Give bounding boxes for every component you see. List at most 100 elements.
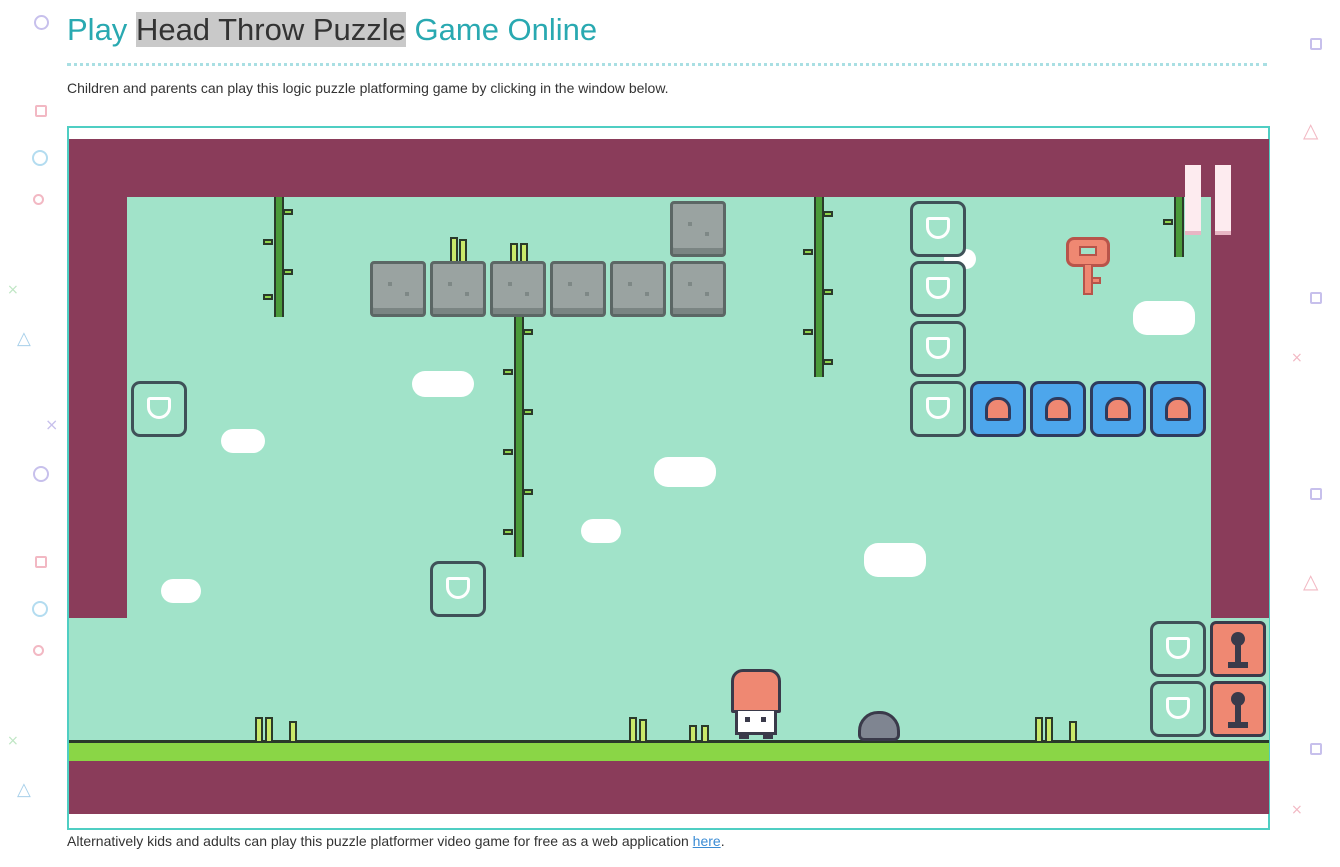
page-title: Play Head Throw Puzzle Game Online <box>67 12 597 48</box>
vine-leaf <box>503 369 513 375</box>
hanging-vine <box>274 197 284 317</box>
ghost-block <box>910 261 966 317</box>
decor-cross: × <box>45 415 59 434</box>
decor-circle <box>32 150 48 166</box>
grass-tuft <box>510 243 518 261</box>
blue-block <box>1090 381 1146 437</box>
lock-block <box>1210 681 1266 737</box>
stone-block <box>610 261 666 317</box>
player-head <box>731 669 781 713</box>
stone-block <box>670 201 726 257</box>
lock-block <box>1210 621 1266 677</box>
vine-leaf <box>263 294 273 300</box>
floor-wall <box>69 761 1269 814</box>
decor-circle <box>34 15 49 30</box>
vine-leaf <box>523 489 533 495</box>
grass-tuft <box>1035 717 1043 741</box>
cloud <box>1133 301 1195 335</box>
decor-cross: × <box>7 733 19 749</box>
outro-period: . <box>720 833 725 849</box>
decor-cross: × <box>7 282 19 298</box>
title-divider <box>67 63 1267 66</box>
vine-leaf <box>823 359 833 365</box>
vine-leaf <box>503 449 513 455</box>
decor-square <box>1310 292 1322 304</box>
vine-leaf <box>523 329 533 335</box>
decor-triangle: △ <box>1303 569 1319 593</box>
hanging-vine <box>814 197 824 377</box>
intro-text: Children and parents can play this logic… <box>67 80 669 96</box>
ghost-block <box>131 381 187 437</box>
grass-tuft <box>639 719 647 741</box>
grass-tuft <box>265 717 273 741</box>
title-highlight: Head Throw Puzzle <box>135 12 406 47</box>
decor-circle <box>33 645 44 656</box>
decor-circle <box>32 601 48 617</box>
cloud <box>654 457 716 487</box>
decor-triangle: △ <box>17 328 31 349</box>
decor-square <box>1310 488 1322 500</box>
grass-tuft <box>450 237 458 261</box>
stone-block <box>670 261 726 317</box>
decor-triangle: △ <box>17 779 31 800</box>
grass-tuft <box>255 717 263 741</box>
left-wall <box>69 139 127 618</box>
outro-sentence: Alternatively kids and adults can play t… <box>67 833 689 849</box>
grass-tuft <box>289 721 297 741</box>
decor-square <box>35 105 47 117</box>
grass-tuft <box>629 717 637 741</box>
here-link[interactable]: here <box>693 833 721 849</box>
cloud <box>161 579 201 603</box>
blue-block <box>970 381 1026 437</box>
outro-text: Alternatively kids and adults can play t… <box>67 833 725 849</box>
grass-tuft <box>701 725 709 741</box>
decor-square <box>35 556 47 568</box>
stone-block <box>490 261 546 317</box>
vine-leaf <box>823 289 833 295</box>
grass-tuft <box>689 725 697 741</box>
decor-square <box>1310 743 1322 755</box>
vine-leaf <box>823 211 833 217</box>
decor-circle <box>33 466 49 482</box>
ghost-block <box>910 381 966 437</box>
vine-leaf <box>1163 219 1173 225</box>
cloud <box>864 543 926 577</box>
decor-square <box>1310 38 1322 50</box>
title-suffix: Game Online <box>414 12 598 47</box>
cloud <box>221 429 265 453</box>
cloud <box>412 371 474 397</box>
decor-cross: × <box>1291 802 1303 818</box>
ghost-block <box>1150 681 1206 737</box>
vine-leaf <box>283 269 293 275</box>
player-body <box>735 711 777 735</box>
cloud <box>581 519 621 543</box>
vine-leaf <box>263 239 273 245</box>
decor-cross: × <box>1291 350 1303 366</box>
blue-block <box>1150 381 1206 437</box>
vine-leaf <box>803 329 813 335</box>
ghost-block <box>910 201 966 257</box>
ghost-block <box>910 321 966 377</box>
vine-leaf <box>523 409 533 415</box>
rock-icon <box>858 711 900 741</box>
top-wall <box>69 139 1269 197</box>
stone-block <box>550 261 606 317</box>
ghost-block <box>1150 621 1206 677</box>
title-prefix: Play <box>67 12 128 47</box>
hanging-vine <box>514 317 524 557</box>
grass-tuft <box>459 239 467 261</box>
hanging-vine <box>1174 197 1184 257</box>
key-icon <box>1066 237 1110 299</box>
game-canvas[interactable] <box>69 139 1269 814</box>
stone-block <box>430 261 486 317</box>
grass-tuft <box>520 243 528 261</box>
grass-tuft <box>1045 717 1053 741</box>
vine-leaf <box>503 529 513 535</box>
pause-icon[interactable] <box>1185 165 1233 235</box>
player-character <box>729 669 783 741</box>
ghost-block <box>430 561 486 617</box>
ground-strip <box>69 740 1269 761</box>
blue-block <box>1030 381 1086 437</box>
grass-tuft <box>1069 721 1077 741</box>
vine-leaf <box>283 209 293 215</box>
